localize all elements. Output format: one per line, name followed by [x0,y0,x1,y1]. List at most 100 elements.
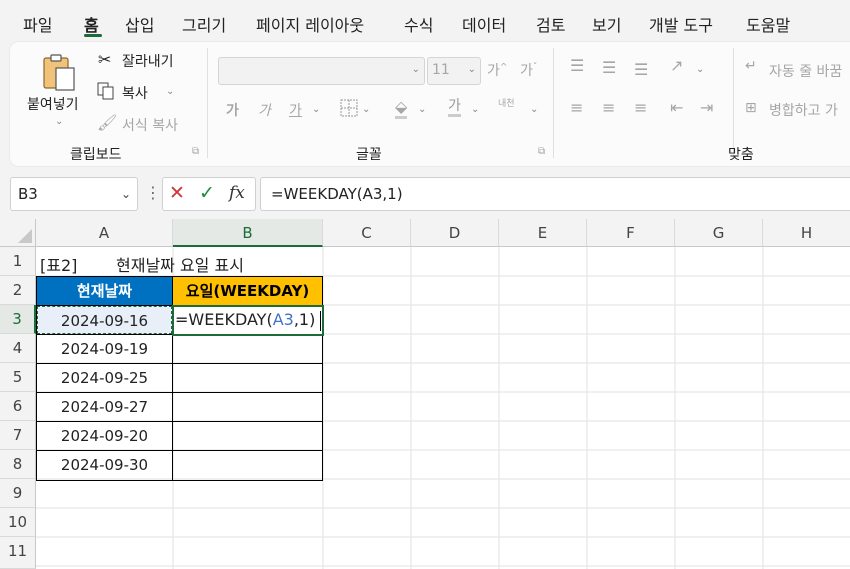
date-cell-a6[interactable]: 2024-09-27 [37,393,172,421]
align-top-icon[interactable]: ☰ [570,56,584,75]
orientation-icon[interactable]: ↗ [670,56,683,75]
menu-developer[interactable]: 개발 도구 [649,12,713,36]
date-cell-a8[interactable]: 2024-09-30 [37,451,172,480]
format-painter-button[interactable]: 서식 복사 [122,115,178,135]
paste-button[interactable]: 붙여넣기 [27,94,79,114]
formula-controls: ✕ ✓ fx [162,177,256,211]
chevron-down-icon[interactable]: ⌄ [121,187,131,201]
name-box-value: B3 [18,185,38,203]
font-launcher-icon[interactable]: ⧉ [538,146,545,157]
merge-center-button[interactable]: 병합하고 가 [769,100,838,120]
menu-view[interactable]: 보기 [592,12,621,36]
merge-icon[interactable]: ⊞ [745,100,757,116]
chevron-down-icon[interactable]: ⌄ [696,64,704,75]
align-left-icon[interactable]: ≡ [570,98,583,117]
header-current-date[interactable]: 현재날짜 [37,277,172,305]
menu-review[interactable]: 검토 [536,12,565,36]
align-right-icon[interactable]: ≡ [634,98,647,117]
chevron-down-icon[interactable]: ⌄ [412,64,420,75]
name-box[interactable]: B3 ⌄ [10,177,138,211]
fill-color-icon[interactable]: ⬙ [395,97,408,119]
row-header-6[interactable]: 6 [0,392,36,421]
column-header-d[interactable]: D [411,219,499,247]
ribbon-separator [207,48,208,158]
menu-page-layout[interactable]: 페이지 레이아웃 [256,12,364,36]
font-size-combo[interactable]: 11 ⌄ [427,57,481,85]
row-header-1[interactable]: 1 [0,247,36,276]
formula-bar[interactable]: =WEEKDAY(A3,1) [260,177,850,211]
active-tab-indicator [84,34,102,37]
font-color-icon[interactable]: 가 [448,98,461,117]
date-cell-a7[interactable]: 2024-09-20 [37,422,172,450]
header-weekday[interactable]: 요일(WEEKDAY) [173,277,322,305]
underline-icon[interactable]: 가 [289,100,302,120]
increase-indent-icon[interactable]: ⇥ [700,98,713,117]
more-options-icon[interactable]: ⋮ [145,183,161,202]
menu-home[interactable]: 홈 [84,12,99,36]
row-header-7[interactable]: 7 [0,421,36,450]
menu-draw[interactable]: 그리기 [182,12,226,36]
menu-formulas[interactable]: 수식 [404,12,433,36]
chevron-down-icon[interactable]: ⌄ [312,104,320,115]
menu-insert[interactable]: 삽입 [125,12,154,36]
scissors-icon: ✂ [98,50,112,69]
row-header-8[interactable]: 8 [0,450,36,479]
cut-button[interactable]: 잘라내기 [122,51,174,71]
date-cell-a4[interactable]: 2024-09-19 [37,335,172,363]
row-header-3[interactable]: 3 [0,305,36,334]
row-header-11[interactable]: 11 [0,537,36,569]
chevron-down-icon[interactable]: ⌄ [418,104,426,115]
copy-icon [97,82,115,104]
font-name-combo[interactable]: ⌄ [218,57,425,85]
copy-dropdown-icon[interactable]: ⌄ [166,86,174,97]
bold-icon[interactable]: 가 [226,100,239,120]
row-header-5[interactable]: 5 [0,363,36,392]
insert-function-icon[interactable]: fx [229,183,245,203]
paste-dropdown-icon[interactable]: ⌄ [55,116,63,127]
chevron-down-icon[interactable]: ⌄ [468,64,476,75]
row-header-2[interactable]: 2 [0,276,36,305]
column-header-f[interactable]: F [587,219,675,247]
italic-icon[interactable]: 가 [258,100,271,120]
align-bottom-icon[interactable]: ☰ [634,60,648,79]
align-middle-icon[interactable]: ☰ [602,58,616,77]
active-cell-b3[interactable]: =WEEKDAY(A3,1) [172,305,324,336]
decrease-font-icon[interactable]: 가ˇ [520,60,537,80]
decrease-indent-icon[interactable]: ⇤ [670,98,683,117]
menu-file[interactable]: 파일 [23,12,52,36]
wrap-text-icon[interactable]: ↵ [745,58,757,74]
row-header-10[interactable]: 10 [0,508,36,537]
select-all-corner[interactable] [0,219,36,247]
row-header-9[interactable]: 9 [0,479,36,508]
align-center-icon[interactable]: ≡ [602,98,615,117]
border-icon[interactable] [340,99,358,121]
clipboard-launcher-icon[interactable]: ⧉ [192,146,199,157]
chevron-down-icon[interactable]: ⌄ [471,104,479,115]
ribbon-separator [733,48,734,158]
date-cell-a5[interactable]: 2024-09-25 [37,364,172,392]
column-header-e[interactable]: E [499,219,587,247]
paste-icon[interactable] [40,52,80,96]
cell-formula-edit: =WEEKDAY(A3,1) [175,310,316,329]
column-header-b[interactable]: B [173,219,323,247]
column-header-c[interactable]: C [323,219,411,247]
copy-button[interactable]: 복사 [122,83,148,103]
menu-help[interactable]: 도움말 [746,12,790,36]
cancel-icon[interactable]: ✕ [169,182,185,204]
wrap-text-button[interactable]: 자동 줄 바꿈 [769,61,842,81]
column-header-g[interactable]: G [675,219,763,247]
ribbon-separator [553,48,554,158]
row-header-4[interactable]: 4 [0,334,36,363]
enter-icon[interactable]: ✓ [199,182,215,204]
date-cell-a3[interactable]: 2024-09-16 [37,306,172,334]
table-tag: [표2] [40,256,78,275]
chevron-down-icon[interactable]: ⌄ [530,104,538,115]
chevron-down-icon[interactable]: ⌄ [362,104,370,115]
font-group-label: 글꼴 [356,147,382,163]
column-header-h[interactable]: H [763,219,850,247]
phonetic-icon[interactable]: 내천 [498,96,515,109]
column-header-a[interactable]: A [36,219,173,247]
menu-data[interactable]: 데이터 [462,12,506,36]
formula-bar-text: =WEEKDAY(A3,1) [271,185,403,203]
increase-font-icon[interactable]: 가^ [487,60,507,80]
